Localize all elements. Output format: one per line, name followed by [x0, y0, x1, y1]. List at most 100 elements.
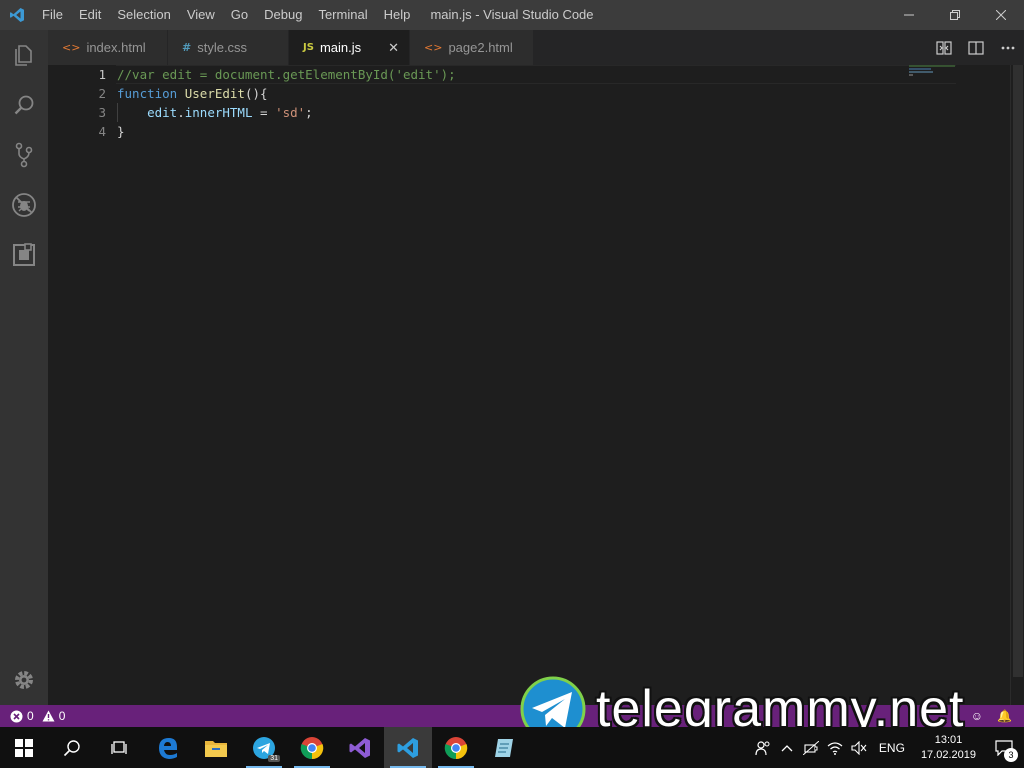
source-control-icon [15, 142, 33, 168]
explorer-icon [15, 45, 32, 66]
taskbar-telegram[interactable]: 31 [240, 727, 288, 768]
volume-button[interactable] [847, 727, 871, 768]
bell-icon[interactable]: 🔔 [997, 709, 1012, 723]
input-language[interactable]: ENG [871, 741, 913, 755]
status-bar-right: ☺ 🔔 [971, 709, 1024, 723]
menu-edit[interactable]: Edit [71, 0, 109, 30]
error-icon [10, 710, 23, 722]
start-button[interactable] [0, 727, 48, 768]
close-window-button[interactable] [978, 0, 1024, 30]
search-view-button[interactable] [0, 80, 48, 130]
open-changes-button[interactable] [928, 30, 960, 65]
search-icon [14, 95, 34, 115]
task-view-button[interactable] [96, 727, 144, 768]
vscode-logo-icon [0, 0, 34, 30]
power-tray-button[interactable] [799, 727, 823, 768]
tab-index-html[interactable]: <> index.html [48, 30, 168, 65]
taskbar-notes[interactable] [480, 727, 528, 768]
task-view-icon [111, 740, 127, 754]
menu-file[interactable]: File [34, 0, 71, 30]
activity-bar [0, 30, 48, 705]
taskbar-vscode[interactable] [384, 727, 432, 768]
taskbar-chrome[interactable] [288, 727, 336, 768]
code-line-2[interactable]: function UserEdit(){ [117, 84, 456, 103]
compare-changes-icon [936, 40, 952, 55]
tab-style-css[interactable]: # style.css [168, 30, 289, 65]
menu-selection[interactable]: Selection [109, 0, 178, 30]
extensions-button[interactable] [0, 230, 48, 280]
people-icon [755, 740, 770, 755]
wifi-icon [827, 741, 843, 755]
ellipsis-icon [1001, 46, 1015, 49]
menu-terminal[interactable]: Terminal [310, 0, 375, 30]
css-file-icon: # [182, 41, 192, 54]
taskbar-visual-studio[interactable] [336, 727, 384, 768]
tab-label: style.css [197, 40, 248, 55]
code-line-3[interactable]: edit.innerHTML = 'sd'; [117, 103, 456, 122]
editor-actions [928, 30, 1024, 65]
scrollbar-thumb[interactable] [1013, 65, 1023, 677]
tab-label: page2.html [448, 40, 513, 55]
menu-go[interactable]: Go [223, 0, 256, 30]
network-button[interactable] [823, 727, 847, 768]
code-line-4[interactable]: } [117, 122, 456, 141]
split-editor-button[interactable] [960, 30, 992, 65]
code-line-1[interactable]: //var edit = document.getElementById('ed… [117, 65, 456, 84]
more-actions-button[interactable] [992, 30, 1024, 65]
source-control-button[interactable] [0, 130, 48, 180]
minimap[interactable] [909, 65, 1009, 85]
menu-help[interactable]: Help [376, 0, 419, 30]
taskbar-search-button[interactable] [48, 727, 96, 768]
title-bar: File Edit Selection View Go Debug Termin… [0, 0, 1024, 30]
menu-debug[interactable]: Debug [256, 0, 310, 30]
line-number-gutter: 1 2 3 4 [48, 65, 106, 141]
restore-button[interactable] [932, 0, 978, 30]
editor-tab-bar: <> index.html # style.css JS main.js ✕ <… [48, 30, 1024, 65]
taskbar-chrome-2[interactable] [432, 727, 480, 768]
settings-button[interactable] [0, 655, 48, 705]
clock-date: 17.02.2019 [920, 748, 976, 761]
debug-icon [12, 193, 36, 217]
tab-label: index.html [86, 40, 146, 55]
close-tab-icon[interactable]: ✕ [388, 40, 399, 56]
tab-main-js[interactable]: JS main.js ✕ [289, 30, 410, 65]
problems-indicator[interactable]: 0 0 [0, 709, 65, 723]
feedback-icon[interactable]: ☺ [971, 709, 983, 723]
window-controls [886, 0, 1024, 30]
line-number: 4 [98, 124, 106, 139]
show-hidden-icons-button[interactable] [775, 727, 799, 768]
telegram-badge: 31 [268, 755, 280, 762]
visual-studio-icon [349, 737, 370, 758]
clock-time: 13:01 [934, 733, 963, 746]
code-editor[interactable]: 1 2 3 4 //var edit = document.getElement… [48, 65, 1024, 705]
volume-muted-icon [851, 740, 867, 755]
tab-page2-html[interactable]: <> page2.html [410, 30, 534, 65]
explorer-button[interactable] [0, 30, 48, 80]
menu-view[interactable]: View [179, 0, 223, 30]
gear-icon [15, 671, 33, 689]
action-center-button[interactable]: 3 [984, 727, 1024, 768]
line-number: 2 [98, 86, 106, 101]
clock[interactable]: 13:01 17.02.2019 [913, 733, 984, 763]
edge-icon [159, 737, 177, 759]
taskbar-file-explorer[interactable] [192, 727, 240, 768]
split-editor-icon [968, 40, 984, 55]
taskbar-edge[interactable] [144, 727, 192, 768]
search-icon [63, 739, 80, 756]
vertical-scrollbar[interactable] [1010, 65, 1024, 705]
html-file-icon: <> [62, 41, 81, 54]
notification-count: 3 [1004, 748, 1018, 762]
people-button[interactable] [751, 727, 775, 768]
windows-taskbar: 31 ENG 13:01 17.02.2019 3 [0, 727, 1024, 768]
chrome-icon [300, 736, 324, 759]
line-number: 1 [98, 67, 106, 82]
menu-bar: File Edit Selection View Go Debug Termin… [34, 0, 418, 30]
minimize-button[interactable] [886, 0, 932, 30]
code-lines[interactable]: //var edit = document.getElementById('ed… [117, 65, 456, 141]
error-count: 0 [27, 709, 34, 723]
debug-button[interactable] [0, 180, 48, 230]
chevron-up-icon [781, 744, 793, 751]
chrome-icon [444, 736, 468, 759]
warning-count: 0 [58, 709, 66, 723]
system-tray: ENG 13:01 17.02.2019 3 [751, 727, 1024, 768]
